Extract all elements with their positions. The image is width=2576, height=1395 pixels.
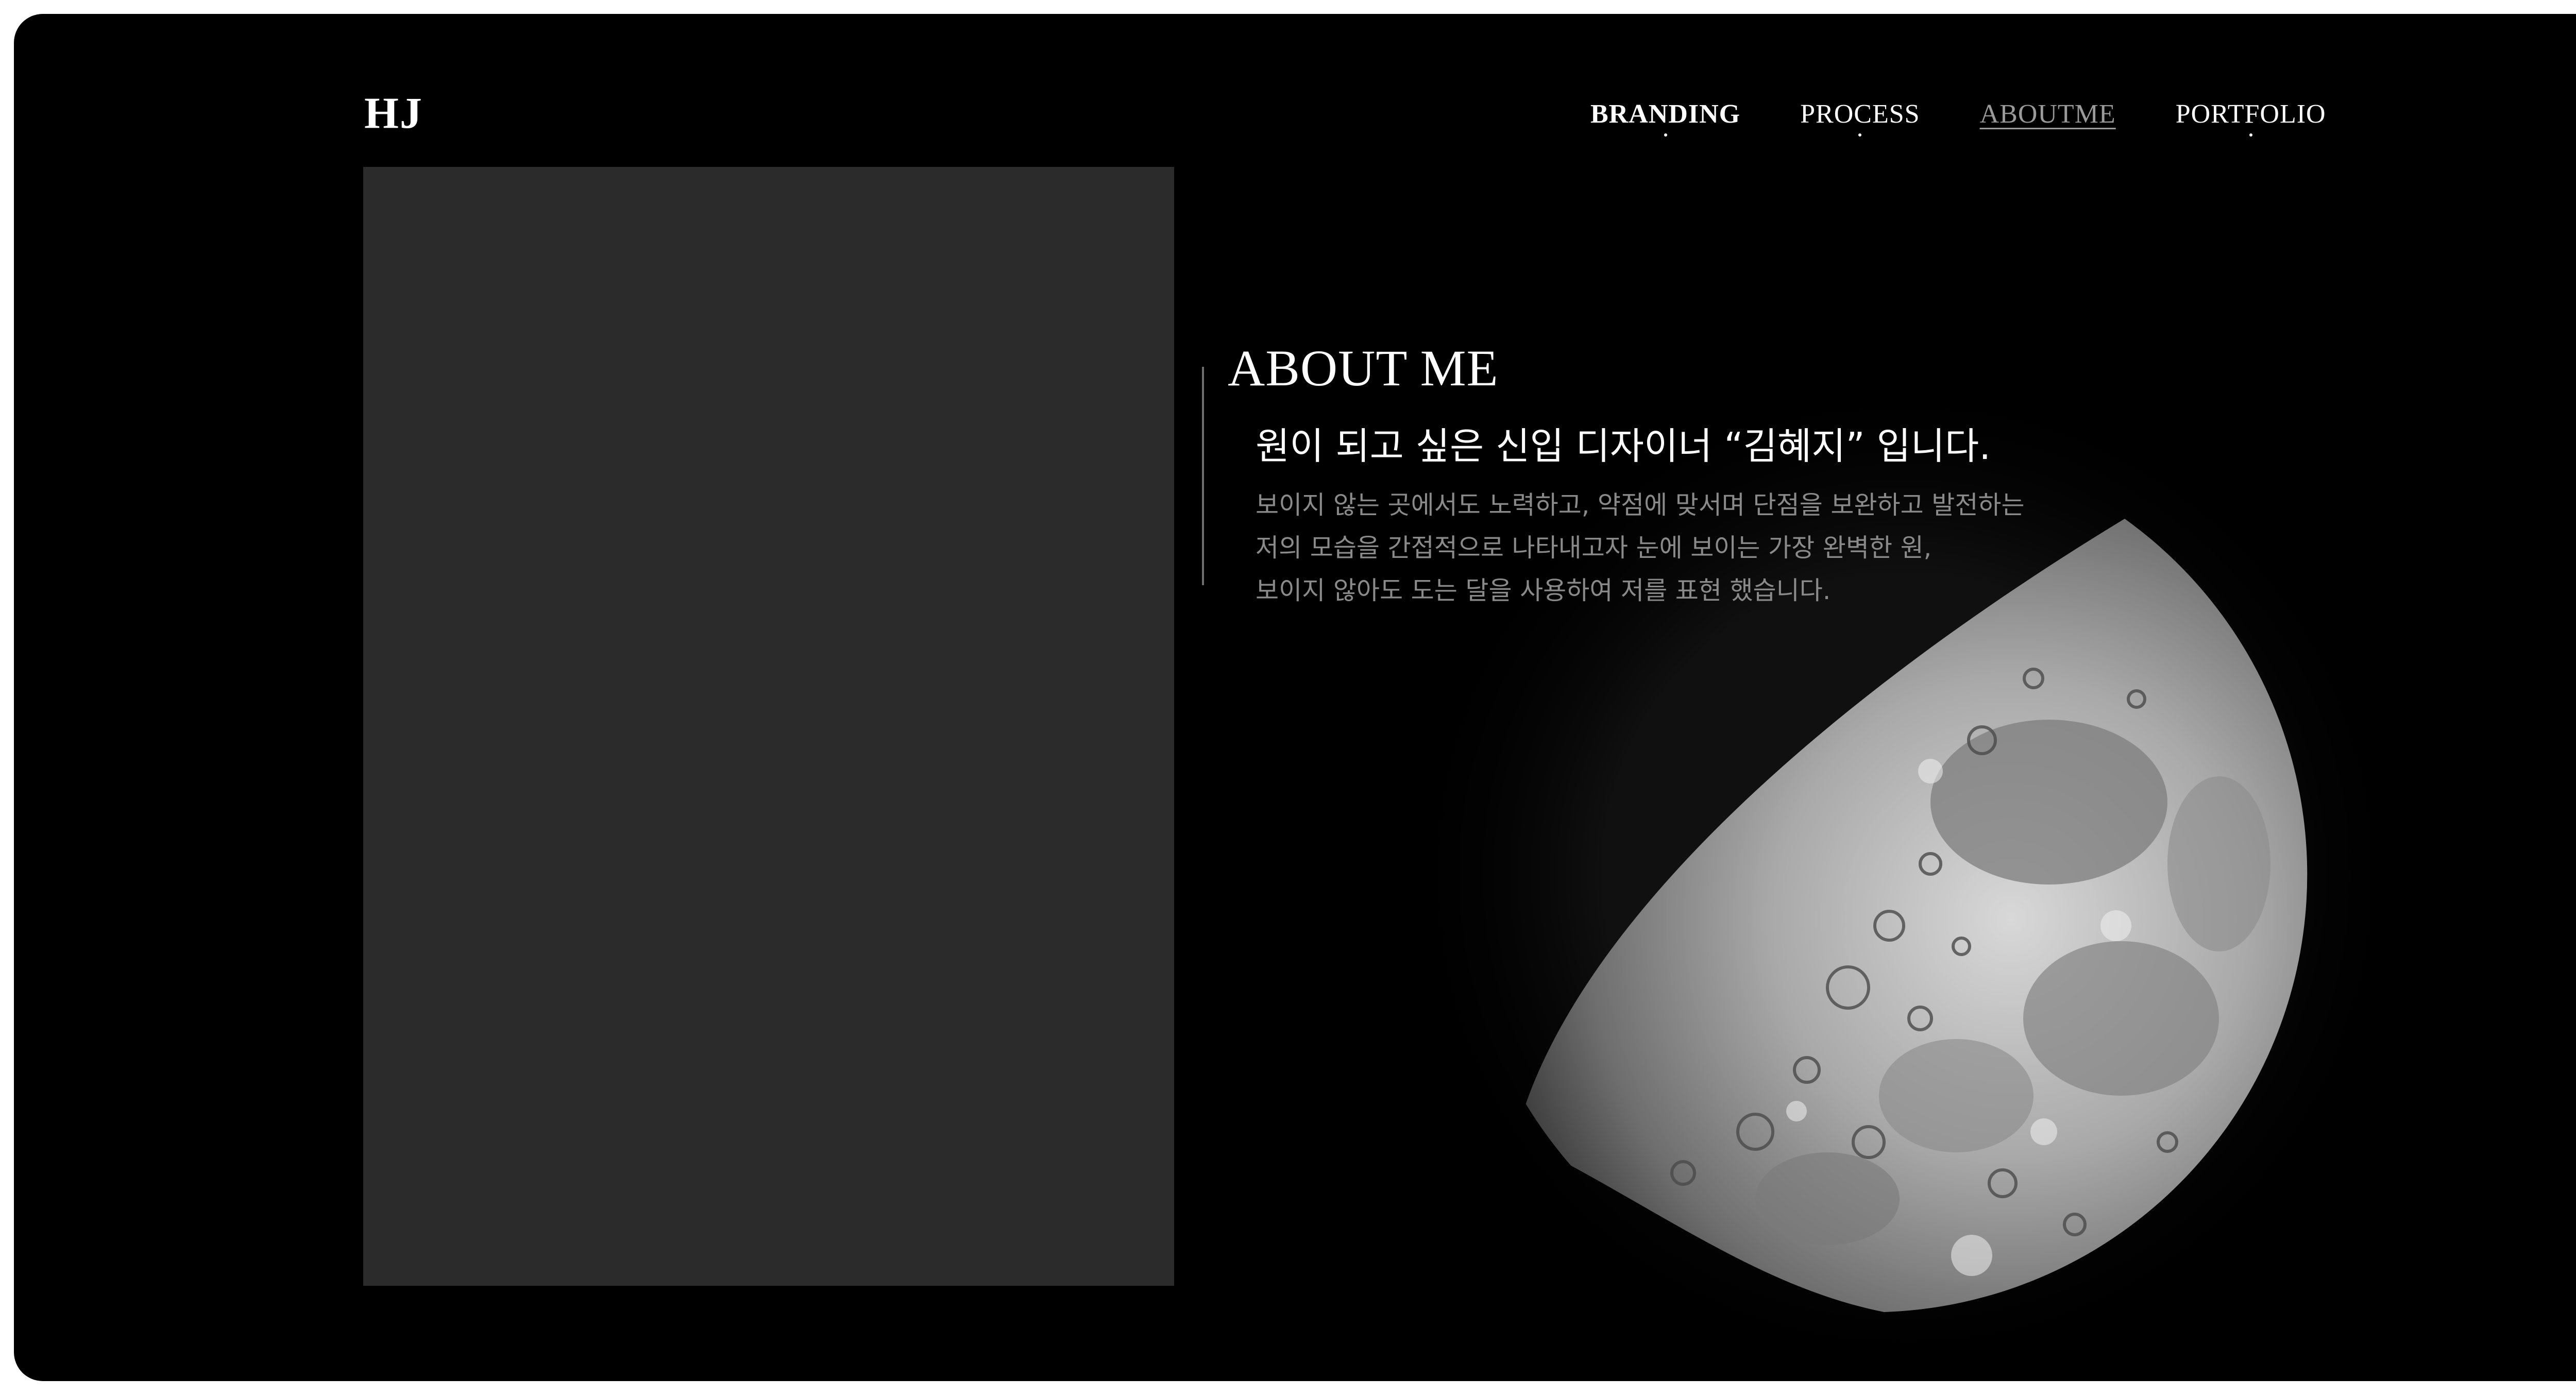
about-title: ABOUT ME (1228, 339, 1499, 397)
nav-aboutme-label: ABOUTME (1979, 99, 2116, 129)
about-subtitle: 원이 되고 싶은 신입 디자이너 “김혜지” 입니다. (1256, 424, 1991, 468)
logo[interactable]: HJ (364, 87, 423, 139)
nav-portfolio[interactable]: PORTFOLIO (2175, 99, 2326, 137)
page-frame: HJ BRANDING PROCESS ABOUTME PORTFOLIO AB… (14, 14, 2576, 1381)
about-body: 보이지 않는 곳에서도 노력하고, 약점에 맞서며 단점을 보완하고 발전하는 … (1256, 484, 2025, 612)
nav-dot (2249, 133, 2252, 137)
about-body-line: 보이지 않아도 도는 달을 사용하여 저를 표현 했습니다. (1256, 576, 1831, 605)
about-divider-line (1202, 367, 1204, 585)
nav-dot (1858, 133, 1862, 137)
nav-aboutme[interactable]: ABOUTME (1980, 99, 2116, 129)
nav-branding-label: BRANDING (1590, 99, 1741, 129)
nav-portfolio-label: PORTFOLIO (2175, 99, 2326, 129)
nav-dot (1664, 133, 1667, 137)
profile-photo-placeholder (363, 167, 1174, 1286)
about-body-line: 보이지 않는 곳에서도 노력하고, 약점에 맞서며 단점을 보완하고 발전하는 (1256, 490, 2025, 520)
nav-branding[interactable]: BRANDING (1590, 99, 1741, 137)
about-body-line: 저의 모습을 간접적으로 나타내고자 눈에 보이는 가장 완벽한 원, (1256, 533, 1932, 563)
nav-process-label: PROCESS (1800, 99, 1920, 129)
main-nav: BRANDING PROCESS ABOUTME PORTFOLIO (1590, 99, 2326, 137)
nav-process[interactable]: PROCESS (1800, 99, 1920, 137)
